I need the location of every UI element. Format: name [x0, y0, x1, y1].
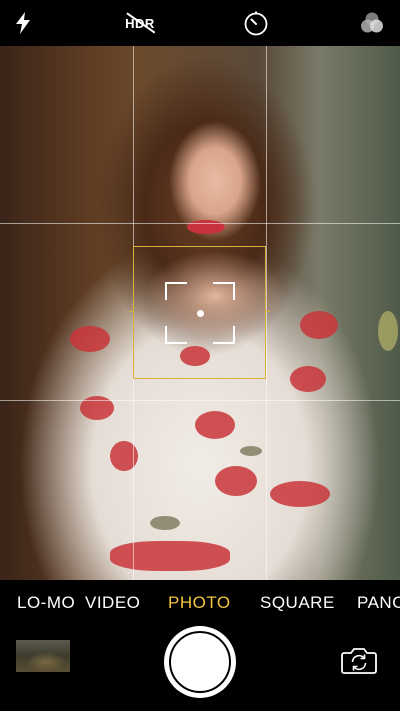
mode-pano[interactable]: PANO	[357, 593, 400, 613]
hdr-toggle[interactable]: HDR	[125, 10, 155, 36]
dress-flower	[195, 411, 235, 439]
shutter-button[interactable]	[164, 626, 236, 698]
mode-photo[interactable]: PHOTO	[168, 593, 231, 613]
shutter-inner-circle	[169, 631, 231, 693]
mode-video[interactable]: VIDEO	[85, 593, 140, 613]
last-photo-thumbnail[interactable]	[16, 640, 70, 672]
timer-icon[interactable]	[243, 10, 269, 36]
dress-flower	[290, 366, 326, 392]
dress-leaf	[240, 446, 262, 456]
flash-icon[interactable]	[10, 10, 36, 36]
grid-line-horizontal-top	[0, 223, 400, 224]
reticle-corner	[213, 282, 235, 300]
dress-flower	[215, 466, 257, 496]
grid-line-horizontal-bottom	[0, 400, 400, 401]
grid-line-vertical-right	[266, 46, 267, 580]
camera-mode-selector[interactable]: LO-MO VIDEO PHOTO SQUARE PANO	[0, 580, 400, 624]
mode-slo-mo[interactable]: LO-MO	[17, 593, 75, 613]
filters-icon[interactable]	[359, 10, 385, 36]
dress-waist	[110, 541, 230, 571]
dress-flower	[70, 326, 110, 352]
camera-flip-icon[interactable]	[340, 645, 378, 675]
reticle-corner	[165, 326, 187, 344]
bottom-controls	[0, 624, 400, 711]
top-bar: HDR	[0, 0, 400, 46]
camera-viewfinder[interactable]	[0, 46, 400, 580]
focus-reticle	[165, 282, 235, 344]
background-plant	[378, 311, 398, 351]
reticle-center-dot	[197, 310, 204, 317]
reticle-corner	[213, 326, 235, 344]
mode-square[interactable]: SQUARE	[260, 593, 335, 613]
dress-flower	[300, 311, 338, 339]
reticle-corner	[165, 282, 187, 300]
dress-leaf	[150, 516, 180, 530]
hdr-off-icon: HDR	[125, 15, 155, 31]
dress-flower	[270, 481, 330, 507]
